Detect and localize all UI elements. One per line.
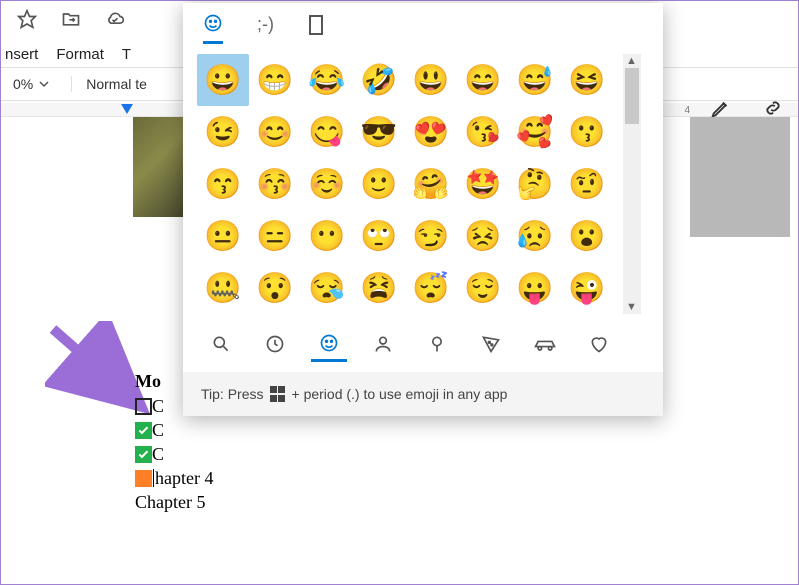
emoji-cell[interactable]: ☺️ [301, 158, 353, 210]
menu-insert[interactable]: nsert [5, 46, 38, 63]
emoji-cell[interactable]: 🙄 [353, 210, 405, 262]
emoji-cell[interactable]: 😛 [509, 262, 561, 314]
emoji-cell[interactable]: 😴 [405, 262, 457, 314]
emoji-cell[interactable]: 😆 [561, 54, 613, 106]
emoji-cell[interactable]: 😯 [249, 262, 301, 314]
star-icon[interactable] [17, 9, 37, 34]
emoji-cell[interactable]: 😚 [249, 158, 301, 210]
tab-kaomoji[interactable]: ;-) [257, 14, 274, 43]
list-item-label: C [152, 420, 164, 441]
emoji-cell[interactable]: 😪 [301, 262, 353, 314]
list-item-label: C [152, 444, 164, 465]
list-item[interactable]: Chapter 5 [135, 490, 213, 514]
checkbox-checked-icon[interactable] [135, 446, 152, 463]
menu-format[interactable]: Format [56, 46, 104, 63]
emoji-cell[interactable]: 😎 [353, 106, 405, 158]
emoji-cell[interactable]: 🤔 [509, 158, 561, 210]
scroll-up-icon[interactable]: ▲ [626, 55, 637, 67]
list-item-label: Chapter 5 [135, 492, 205, 513]
emoji-cell[interactable]: 😐 [197, 210, 249, 262]
smiley-icon [319, 333, 339, 353]
emoji-cell[interactable]: 😑 [249, 210, 301, 262]
emoji-cell[interactable]: 😏 [405, 210, 457, 262]
ruler-mark-4: 4 [684, 105, 690, 116]
emoji-cell[interactable]: 🤩 [457, 158, 509, 210]
move-folder-icon[interactable] [61, 9, 81, 34]
emoji-grid: 😀😁😂🤣😃😄😅😆 😉😊😋😎😍😘🥰😗 😙😚☺️🙂🤗🤩🤔🤨 😐😑😶🙄😏😣😥😮 🤐😯😪😫😴😌😛… [183, 44, 623, 320]
category-heart[interactable] [581, 326, 617, 362]
emoji-cell[interactable]: 😙 [197, 158, 249, 210]
emoji-cell[interactable]: 😣 [457, 210, 509, 262]
category-search[interactable] [203, 326, 239, 362]
emoji-cell[interactable]: 😄 [457, 54, 509, 106]
emoji-cell[interactable]: 😅 [509, 54, 561, 106]
list-item[interactable]: hapter 4 [135, 466, 213, 490]
emoji-cell[interactable]: 😊 [249, 106, 301, 158]
symbols-tab-icon [308, 14, 324, 36]
zoom-select[interactable]: 0% [5, 74, 57, 94]
category-recent[interactable] [257, 326, 293, 362]
car-icon [533, 335, 557, 353]
list-item[interactable]: C [135, 442, 213, 466]
chevron-down-icon [39, 79, 49, 89]
emoji-cell[interactable]: 😁 [249, 54, 301, 106]
tab-symbols[interactable] [308, 14, 324, 44]
emoji-cell[interactable]: 😮 [561, 210, 613, 262]
paragraph-style-select[interactable]: Normal te [71, 76, 147, 92]
emoji-cell[interactable]: 😗 [561, 106, 613, 158]
tip-text-suffix: + period (.) to use emoji in any app [292, 386, 508, 402]
grey-panel [690, 117, 790, 237]
emoji-cell[interactable]: 🤨 [561, 158, 613, 210]
list-item-label: C [152, 396, 164, 417]
balloon-icon [427, 334, 447, 354]
list-item-label: hapter 4 [155, 468, 213, 489]
emoji-cell[interactable]: 😫 [353, 262, 405, 314]
emoji-cell[interactable]: 😌 [457, 262, 509, 314]
checkbox-orange-icon[interactable] [135, 470, 152, 487]
clock-icon [265, 334, 285, 354]
text-cursor [153, 469, 154, 487]
category-food[interactable] [473, 326, 509, 362]
emoji-cell[interactable]: 🤣 [353, 54, 405, 106]
checkbox-unchecked-icon[interactable] [135, 398, 152, 415]
emoji-cell[interactable]: 😜 [561, 262, 613, 314]
category-people[interactable] [365, 326, 401, 362]
heart-icon [589, 334, 609, 354]
people-icon [373, 334, 393, 354]
menu-tools[interactable]: T [122, 46, 131, 63]
pizza-icon [481, 334, 501, 354]
emoji-cell[interactable]: 😍 [405, 106, 457, 158]
emoji-cell[interactable]: 😥 [509, 210, 561, 262]
emoji-cell[interactable]: 🥰 [509, 106, 561, 158]
emoji-cell[interactable]: 🤐 [197, 262, 249, 314]
indent-marker-icon[interactable] [121, 104, 133, 114]
cloud-check-icon[interactable] [105, 9, 125, 34]
zoom-value: 0% [13, 76, 33, 92]
emoji-cell[interactable]: 😉 [197, 106, 249, 158]
scroll-down-icon[interactable]: ▼ [626, 301, 637, 313]
emoji-picker: ;-) 😀😁😂🤣😃😄😅😆 😉😊😋😎😍😘🥰😗 😙😚☺️🙂🤗🤩🤔🤨 😐😑😶🙄😏😣😥😮 🤐😯😪… [183, 3, 663, 416]
search-icon [211, 334, 231, 354]
emoji-cell[interactable]: 🙂 [353, 158, 405, 210]
scroll-thumb[interactable] [625, 68, 639, 124]
list-item[interactable]: C [135, 418, 213, 442]
tab-emoji[interactable] [203, 13, 223, 44]
emoji-cell[interactable]: 😶 [301, 210, 353, 262]
checkbox-checked-icon[interactable] [135, 422, 152, 439]
windows-key-icon [270, 386, 286, 402]
emoji-cell[interactable]: 😀 [197, 54, 249, 106]
category-transport[interactable] [527, 326, 563, 362]
emoji-tip: Tip: Press + period (.) to use emoji in … [183, 372, 663, 416]
category-celebration[interactable] [419, 326, 455, 362]
emoji-cell[interactable]: 😃 [405, 54, 457, 106]
emoji-cell[interactable]: 😘 [457, 106, 509, 158]
category-smileys[interactable] [311, 326, 347, 362]
tip-text-prefix: Tip: Press [201, 386, 264, 402]
smiley-icon [203, 13, 223, 33]
emoji-cell[interactable]: 🤗 [405, 158, 457, 210]
emoji-scrollbar[interactable]: ▲ ▼ [623, 54, 641, 314]
emoji-cell[interactable]: 😋 [301, 106, 353, 158]
emoji-cell[interactable]: 😂 [301, 54, 353, 106]
